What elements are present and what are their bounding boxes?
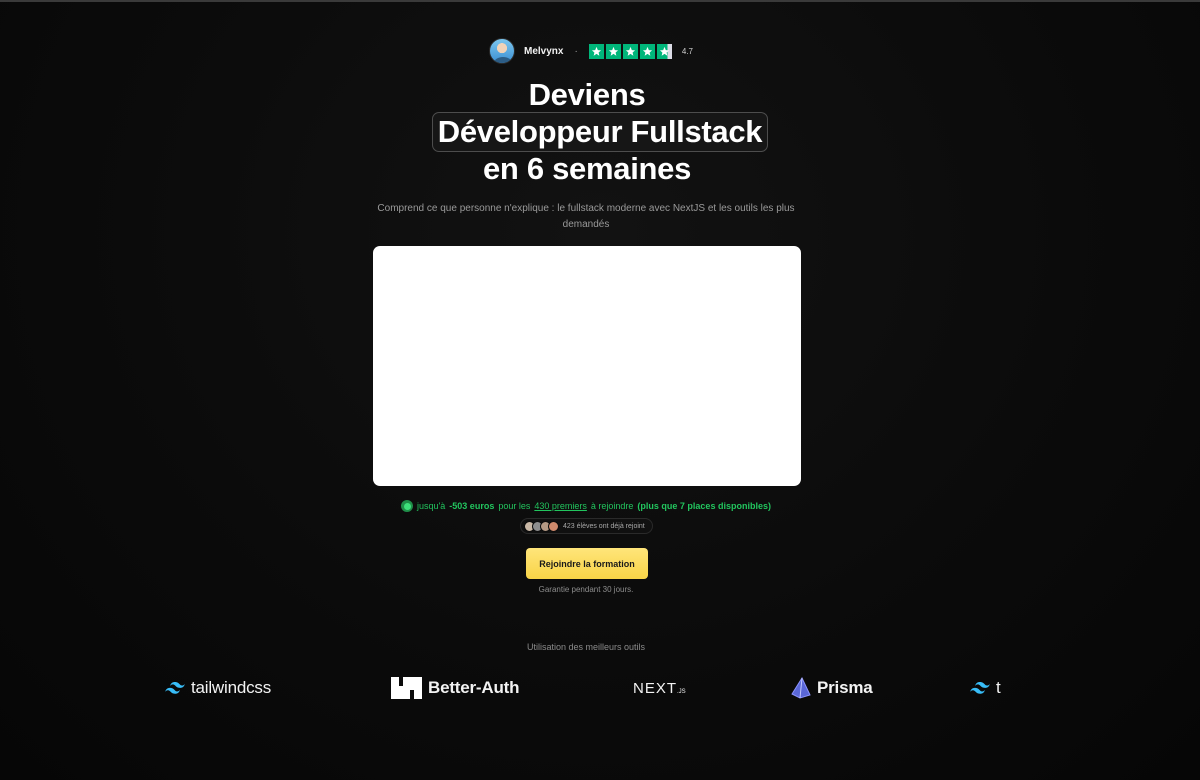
- hero-subtitle: Comprend ce que personne n'explique : le…: [377, 203, 795, 230]
- logo-label: Prisma: [817, 678, 873, 697]
- top-border: [0, 0, 1200, 2]
- nextjs-icon: NEXT.JS: [633, 679, 686, 697]
- guarantee-text: Garantie pendant 30 jours.: [538, 585, 634, 594]
- star-icon: [639, 43, 655, 59]
- better-auth-icon: [391, 677, 422, 699]
- tailwindcss-logo-repeat: t: [970, 668, 1001, 708]
- students-badge: 423 élèves ont déjà rejoint: [520, 518, 653, 534]
- live-indicator-icon: [401, 500, 414, 512]
- video-player[interactable]: [373, 246, 801, 486]
- offer-mid: pour les: [498, 501, 531, 511]
- rating-score: 4.7: [681, 46, 693, 56]
- offer-link[interactable]: 430 premiers: [534, 501, 587, 511]
- prisma-icon: [791, 677, 811, 699]
- offer-places: (plus que 7 places disponibles): [637, 501, 771, 511]
- better-auth-logo: Better-Auth: [391, 668, 519, 708]
- prisma-logo: Prisma: [791, 668, 873, 708]
- student-avatars: [524, 520, 559, 532]
- logo-label: tailwindcss: [191, 678, 271, 697]
- tailwindcss-logo: tailwindcss: [165, 668, 271, 708]
- offer-prefix: jusqu'à: [417, 501, 446, 511]
- trustpilot-stars: [588, 43, 672, 59]
- logo-label: Better-Auth: [428, 678, 520, 697]
- author-name: Melvynx: [524, 45, 564, 57]
- headline-line-3: en 6 semaines: [482, 151, 692, 186]
- hero-headline: Deviens Développeur Fullstack en 6 semai…: [0, 78, 1200, 186]
- offer-suffix: à rejoindre: [590, 501, 634, 511]
- tailwind-icon: [970, 682, 990, 694]
- headline-line-1: Deviens: [528, 77, 646, 112]
- star-icon: [622, 43, 638, 59]
- star-icon: [605, 43, 621, 59]
- star-icon: [588, 43, 604, 59]
- tailwind-icon: [165, 682, 185, 694]
- author-avatar: [489, 38, 515, 64]
- headline-highlight: Développeur Fullstack: [431, 112, 769, 152]
- tools-logo-carousel: tailwindcss Better-Auth NEXT.JS Prisma t: [150, 668, 1007, 708]
- offer-line: jusqu'à -503 euros pour les 430 premiers…: [0, 500, 1186, 512]
- student-avatar: [548, 520, 559, 532]
- rating-bar: Melvynx · 4.7: [489, 37, 693, 65]
- tools-title: Utilisation des meilleurs outils: [526, 642, 646, 652]
- logo-label: t: [996, 678, 1001, 697]
- half-star-icon: [656, 43, 672, 59]
- separator-dot: ·: [574, 45, 578, 57]
- join-course-button[interactable]: Rejoindre la formation: [526, 548, 648, 579]
- offer-discount: -503 euros: [449, 501, 495, 511]
- students-count: 423 élèves ont déjà rejoint: [563, 522, 645, 530]
- nextjs-logo: NEXT.JS: [633, 668, 686, 708]
